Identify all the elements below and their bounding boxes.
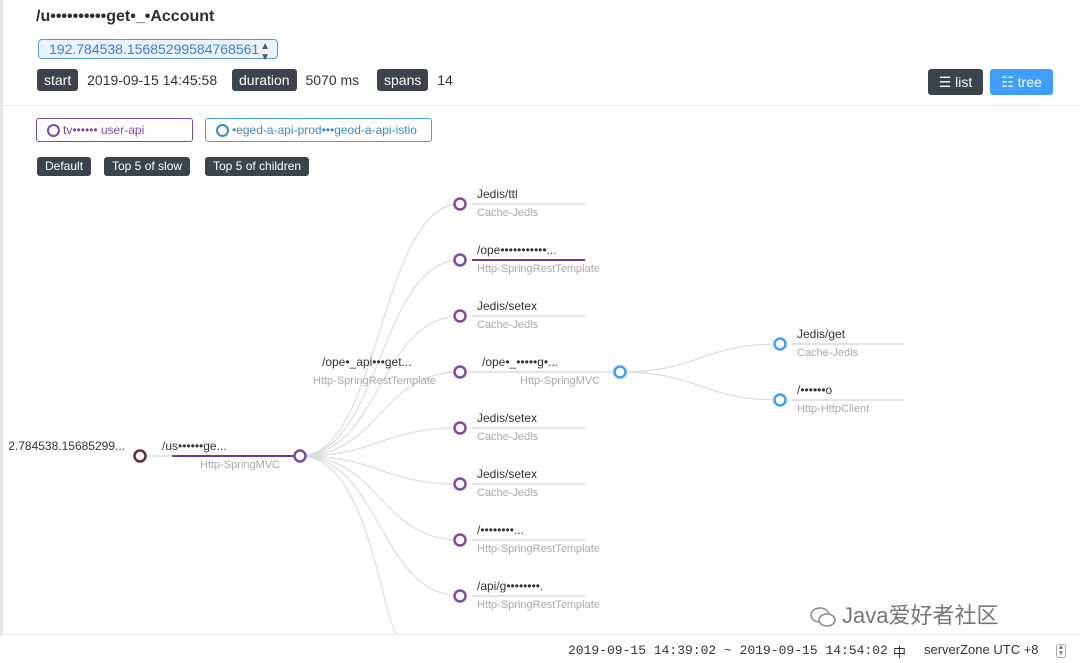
- header-divider: [0, 105, 1080, 106]
- spans-meta: spans 14: [377, 69, 453, 91]
- duration-meta: duration 5070 ms: [232, 69, 359, 91]
- list-view-button[interactable]: ☰ list: [928, 69, 983, 95]
- node-label: /ope•_api•••get...: [322, 355, 412, 369]
- zone-stepper-icon[interactable]: ▲ ▼: [1056, 644, 1066, 658]
- node-sub: Http-SpringRestTemplate: [313, 375, 436, 387]
- node-sub: Http-HttpClient: [797, 403, 869, 415]
- node-sub: Http-SpringRestTemplate: [477, 599, 600, 611]
- list-icon: ☰: [938, 74, 952, 90]
- service-filter-user-api[interactable]: tv•••••• user-api: [36, 118, 193, 142]
- tree-links: [140, 203, 781, 634]
- duration-tag: duration: [232, 69, 297, 91]
- node-sub: Cache-Jedis: [797, 347, 859, 359]
- service-filter-istio[interactable]: •eged-a-api-prod•••geod-a-api-istio: [205, 118, 432, 142]
- footer-bar: 2019-09-15 14:39:02 ~ 2019-09-15 14:54:0…: [0, 634, 1080, 663]
- spans-value: 14: [437, 72, 453, 88]
- page-title: /u••••••••••get•_•Account: [36, 8, 215, 25]
- trace-tree-graph[interactable]: 2.784538.15685299... /us••••••ge... Http…: [0, 176, 1080, 634]
- service-circle-icon: [47, 124, 60, 137]
- node-sub: Cache-Jedis: [477, 207, 539, 219]
- tree-icon: ☷: [1001, 74, 1014, 90]
- node-label: /ope•••••••••••...: [477, 243, 557, 257]
- node-sub: Http-SpringMVC: [520, 375, 600, 387]
- mode-default-button[interactable]: Default: [37, 157, 92, 176]
- root-label: 2.784538.15685299...: [8, 439, 125, 453]
- trace-id-select[interactable]: 192.784538.15685299584768561 ▲ ▼: [38, 39, 278, 63]
- node-label: Jedis/setex: [477, 411, 537, 425]
- time-range[interactable]: 2019-09-15 14:39:02 ~ 2019-09-15 14:54:0…: [568, 643, 888, 658]
- node-label: Jedis/setex: [477, 299, 537, 313]
- watermark-text: Java爱好者社区: [842, 603, 999, 628]
- mode-top5-children-button[interactable]: Top 5 of children: [205, 157, 310, 176]
- language-toggle[interactable]: 中: [893, 642, 906, 661]
- start-value: 2019-09-15 14:45:58: [87, 72, 218, 88]
- list-label: list: [955, 74, 973, 90]
- tree-node-root[interactable]: 2.784538.15685299...: [8, 439, 147, 463]
- server-zone: serverZone UTC +8: [924, 642, 1039, 657]
- node-sub: Cache-Jedis: [477, 431, 539, 443]
- watermark: Java爱好者社区: [810, 598, 998, 630]
- node-label: Jedis/setex: [477, 467, 537, 481]
- tree-view-button[interactable]: ☷ tree: [990, 69, 1053, 95]
- node-label: /••••••••...: [477, 523, 524, 537]
- trace-id-value: 192.784538.15685299584768561: [49, 41, 260, 57]
- service-circle-icon: [216, 124, 229, 137]
- node-label: /us••••••ge...: [162, 439, 227, 453]
- select-arrows-icon: ▲ ▼: [260, 41, 270, 63]
- service-label: •eged-a-api-prod•••geod-a-api-istio: [232, 123, 417, 137]
- node-sub: Cache-Jedis: [477, 487, 539, 499]
- node-label: /••••••o: [797, 383, 833, 397]
- service-label: tv•••••• user-api: [63, 123, 145, 137]
- node-label: Jedis/ttl: [477, 187, 518, 201]
- node-sub: Http-SpringRestTemplate: [477, 543, 600, 555]
- start-tag: start: [37, 69, 79, 91]
- node-label: Jedis/get: [797, 327, 846, 341]
- node-label: /ope•_•••••g•...: [482, 355, 558, 369]
- spans-tag: spans: [377, 69, 429, 91]
- tree-label: tree: [1017, 74, 1042, 90]
- node-sub: Cache-Jedis: [477, 319, 539, 331]
- wechat-icon: [810, 607, 836, 627]
- node-label: /api/g••••••••.: [477, 579, 543, 593]
- duration-value: 5070 ms: [305, 72, 360, 88]
- node-sub: Http-SpringRestTemplate: [477, 263, 600, 275]
- node-sub: Http-SpringMVC: [200, 459, 280, 471]
- start-meta: start 2019-09-15 14:45:58: [37, 69, 217, 91]
- mode-top5-slow-button[interactable]: Top 5 of slow: [104, 157, 191, 176]
